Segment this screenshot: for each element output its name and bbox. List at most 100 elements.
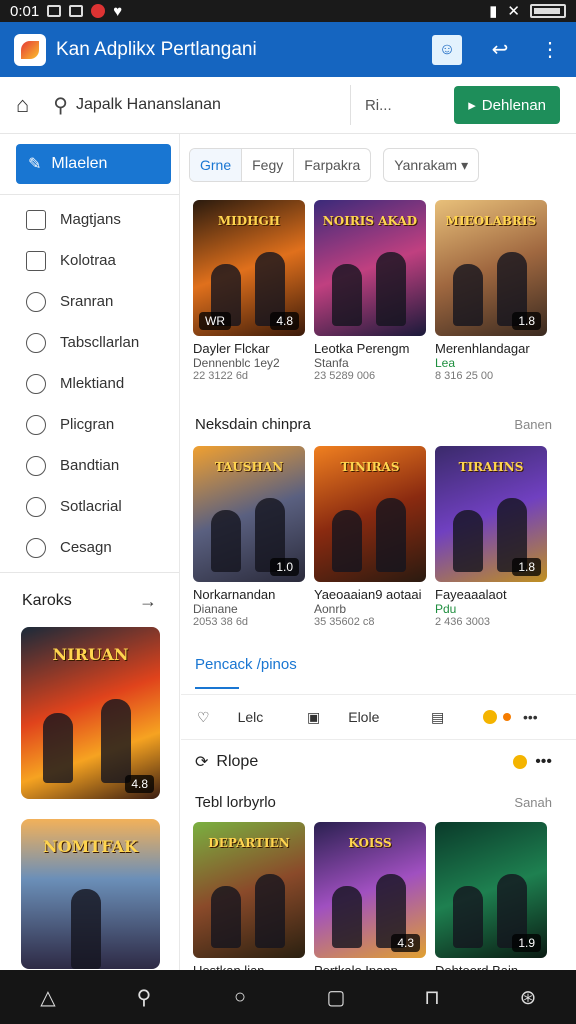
game-card[interactable]: TINIRAS Yaeoaaian9 aotaai Aonrb 35 35602 c8 [314,446,426,628]
sidebar-game-card[interactable]: NIRUAN 4.8 [21,627,160,799]
puzzle-icon: ✎ [28,156,42,173]
share-icon[interactable]: ↩ [488,37,512,62]
game-meta: 23 5289 006 [314,370,376,382]
sidebar-item-label: Tabscllarlan [60,334,140,351]
sidebar-item[interactable]: Cesagn [0,527,179,568]
search-icon[interactable]: ⚲ [53,93,68,118]
like-label: Lelc [237,709,264,725]
more-icon[interactable]: ••• [535,753,552,771]
game-name: Dehtoord Bain [435,963,547,970]
card-title: NIRUAN [52,645,129,664]
sidebar-item[interactable]: Tabscllarlan [0,322,179,363]
game-meta: 2053 38 6d [193,616,249,628]
photo-icon [69,5,84,17]
arrow-right-icon[interactable]: → [139,591,157,612]
sidebar-item-label: Kolotraa [60,252,116,269]
edit-action[interactable]: ▣ Elole [307,709,431,726]
section-header: Neksdain chinpra Banen [195,416,552,433]
game-card[interactable]: TAUSHAN 1.0 Norkarnandan Dianane 2053 38 6d [193,446,305,628]
more-link[interactable]: Ri... [365,97,392,114]
save-action[interactable]: ▤ [431,709,483,726]
filter-bar: Grne Fegy Farpakra Yanrakam ▾ [189,148,480,182]
game-developer: Dennenblc 1ey2 [193,356,280,370]
sidebar: ✎ Mlaelen Magtjans Kolotraa Sranran Tabscll… [0,134,180,970]
tab-active[interactable]: Pencack /pinos [195,656,297,673]
sidebar-item[interactable]: Mlektiand [0,363,179,404]
filter-segment[interactable]: Fegy [242,149,295,181]
game-developer: Aonrb [314,602,347,616]
document-icon[interactable]: ▢ [324,985,348,1010]
sidebar-item[interactable]: Magtjans [0,199,179,240]
plus-circle-icon [26,332,46,353]
sort-dropdown[interactable]: Yanrakam ▾ [383,148,480,182]
coin-action[interactable] [483,710,523,724]
game-thumbnail: DEPARTIEN [193,822,305,958]
character-figure [101,699,131,783]
game-card[interactable]: KOISS 4.3 Pertkalo Ipanp [314,822,426,970]
sidebar-item[interactable]: Plicgran [0,404,179,445]
more-icon[interactable]: ••• [523,709,538,725]
game-name: Dayler Flckar [193,341,270,356]
grid-icon [26,209,46,230]
character-figure [211,510,241,572]
bottom-nav: △ ⚲ ○ ▢ ⊓ ⊛ [0,970,576,1024]
filter-segment[interactable]: Farpakra [294,149,370,181]
corner-icon [26,250,46,271]
platform-badge: WR [199,312,231,330]
sidebar-game-card[interactable]: NOMTFAK [21,819,160,969]
game-meta: 8 316 25 00 [435,370,494,382]
home-icon[interactable]: ⌂ [16,92,29,118]
avatar[interactable]: ☺ [432,34,462,65]
like-action[interactable]: ♡ Lelc [197,709,307,726]
coin-icon [483,710,497,724]
game-meta: 22 3122 6d [193,370,249,382]
game-card[interactable]: DEPARTIEN Uestkan lian [193,822,305,970]
character-figure [453,264,483,326]
card-title: NOMTFAK [43,837,138,856]
bookmark-icon[interactable]: ⊓ [420,985,444,1010]
game-art-title: MIEOLABRIS [445,214,537,228]
rating-badge: 1.8 [512,558,541,576]
game-card[interactable]: MIEOLABRIS 1.8 Merenhlandagar Lea 8 316 25 0… [435,200,547,382]
sidebar-item-label: Magtjans [60,211,121,228]
game-card[interactable]: TIRAHNS 1.8 Fayeaaalaot Pdu 2 436 3003 [435,446,547,628]
sidebar-divider [0,194,179,195]
heart-icon: ♡ [197,708,210,725]
character-figure [255,874,285,948]
game-name: Merenhlandagar [435,341,530,356]
game-thumbnail: 1.9 [435,822,547,958]
main-content: Grne Fegy Farpakra Yanrakam ▾ MIDHGH WR 4.… [181,134,576,970]
game-card[interactable]: MIDHGH WR 4.8 Dayler Flckar Dennenblc 1ey2 22… [193,200,305,382]
status-time: 0:01 [10,2,40,20]
sidebar-item[interactable]: Bandtian [0,445,179,486]
character-figure [211,886,241,948]
search-icon[interactable]: ⚲ [132,985,156,1010]
see-all-link[interactable]: Banen [514,417,552,432]
wifi-icon: ✕ [507,3,520,20]
sidebar-item-label: Plicgran [60,416,115,433]
leaf-icon [26,455,46,476]
home-icon[interactable]: ○ [228,986,252,1009]
rating-badge: 4.3 [391,934,420,952]
game-card[interactable]: 1.9 Dehtoord Bain [435,822,547,970]
sidebar-item[interactable]: Kolotraa [0,240,179,281]
filter-segment[interactable]: Grne [190,149,243,181]
sidebar-item-label: Bandtian [60,457,120,474]
sidebar-item[interactable]: Sotlacrial [0,486,179,527]
game-card[interactable]: NOIRIS AKAD Leotka Perengm Stanfa 23 5289 0… [314,200,426,382]
profile-icon[interactable]: ⊛ [516,985,540,1010]
smile-icon [26,537,46,558]
sidebar-primary-button[interactable]: ✎ Mlaelen [16,144,171,184]
kebab-menu-icon[interactable]: ⋮ [538,37,562,62]
section-title: Tebl lorbyrlo [195,794,276,811]
primary-action-label: Dehlenan [481,96,546,114]
primary-action-button[interactable]: ▸ Dehlenan [454,86,560,124]
sidebar-item[interactable]: Sranran [0,281,179,322]
app-bar: Kan Adplikx Pertlangani ☺ ↩ ⋮ [0,22,576,77]
character-figure [332,886,362,948]
sidebar-item-label: Sranran [60,293,114,310]
refresh-icon[interactable]: ⟳ [195,752,208,772]
triangle-icon[interactable]: △ [36,985,60,1010]
see-all-link[interactable]: Sanah [514,795,552,810]
search-input[interactable]: Japalk Hananslanan [76,96,336,114]
